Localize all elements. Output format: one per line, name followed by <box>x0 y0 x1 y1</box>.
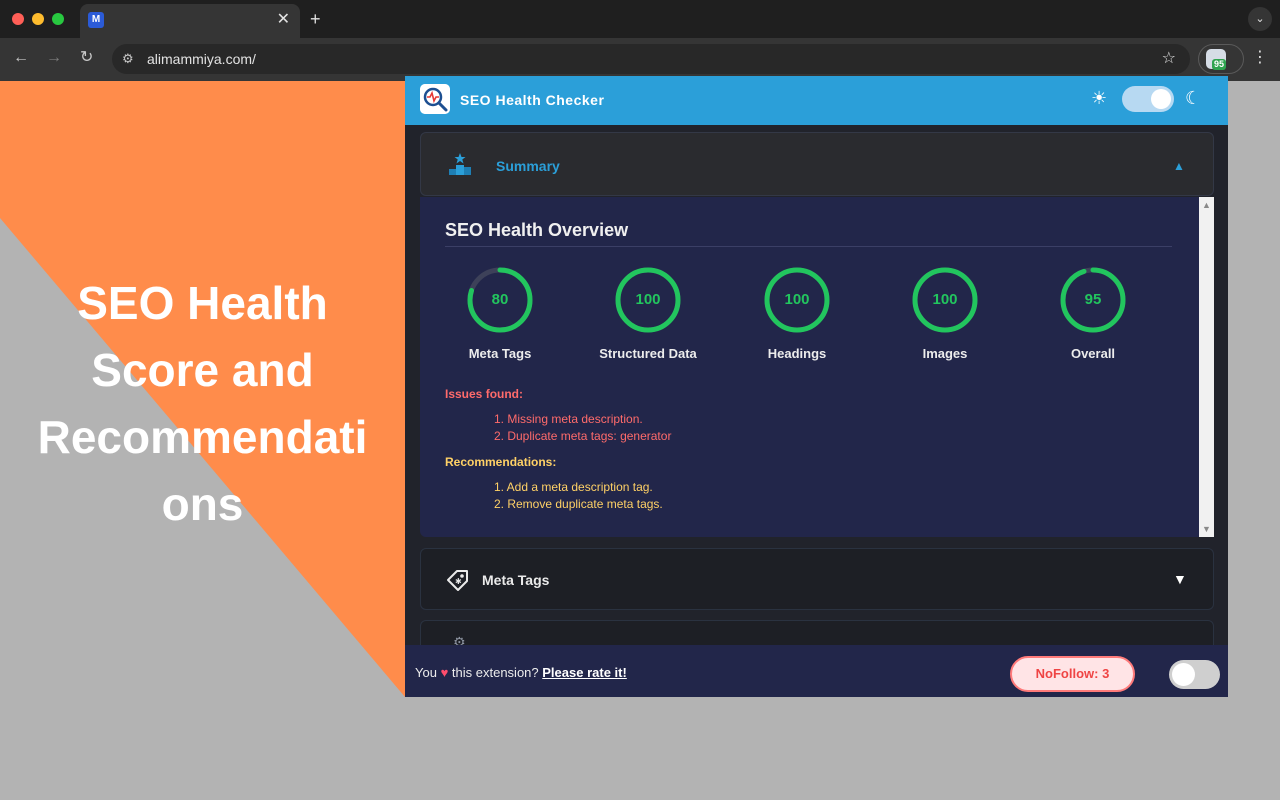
svg-text:✱: ✱ <box>455 577 462 586</box>
podium-icon <box>449 153 471 175</box>
meta-tags-label: Meta Tags <box>482 572 550 588</box>
issues-list: 1. Missing meta description. 2. Duplicat… <box>494 411 671 445</box>
recommendations-list: 1. Add a meta description tag. 2. Remove… <box>494 479 663 513</box>
nofollow-button[interactable]: NoFollow: 3 <box>1010 656 1135 692</box>
score-images: 100 Images <box>885 265 1005 365</box>
score-label: Meta Tags <box>468 346 532 361</box>
rate-prefix: You <box>415 665 437 680</box>
score-label: Structured Data <box>599 346 697 361</box>
reload-button[interactable]: ↻ <box>80 48 93 68</box>
popup-title: SEO Health Checker <box>460 92 605 108</box>
score-value: 100 <box>932 291 958 308</box>
meta-tags-accordion-header[interactable]: ✱ Meta Tags ▼ <box>420 548 1214 610</box>
summary-accordion-header[interactable]: Summary ▲ <box>420 132 1214 196</box>
popup-footer: You ♥ this extension? Please rate it! No… <box>405 645 1228 697</box>
promo-line: Recommendati <box>37 411 368 463</box>
address-bar[interactable]: ⚙ alimammiya.com/ ☆ <box>112 44 1190 74</box>
tab-search-button[interactable]: ⌄ <box>1248 7 1272 31</box>
nofollow-highlight-toggle[interactable] <box>1169 660 1220 689</box>
bookmark-star-icon[interactable]: ☆ <box>1162 49 1176 69</box>
tag-icon: ✱ <box>447 570 468 591</box>
url-text[interactable]: alimammiya.com/ <box>147 51 256 67</box>
window-close-button[interactable] <box>12 13 24 25</box>
score-value: 100 <box>784 291 810 308</box>
seo-health-logo-icon <box>420 84 450 114</box>
theme-toggle[interactable] <box>1122 86 1174 112</box>
score-value: 95 <box>1084 291 1102 308</box>
score-grid: 80 Meta Tags 100 Structured Data 100 Hea… <box>440 265 1180 365</box>
new-tab-button[interactable]: + <box>310 9 321 29</box>
browser-tab[interactable]: M ✕ <box>80 4 300 38</box>
recommendations-heading: Recommendations: <box>445 455 557 469</box>
window-zoom-button[interactable] <box>52 13 64 25</box>
recommendation-item: 2. Remove duplicate meta tags. <box>494 497 663 511</box>
promo-line: SEO Health <box>77 277 328 329</box>
extension-popup: SEO Health Checker ☀ ☾ Summary ▲ SEO Hea… <box>405 76 1228 697</box>
browser-tab-bar: M ✕ + ⌄ <box>0 0 1280 38</box>
score-value: 100 <box>635 291 661 308</box>
score-headings: 100 Headings <box>737 265 857 365</box>
score-label: Headings <box>767 346 827 361</box>
promo-heading: SEO Health Score and Recommendati ons <box>0 270 405 538</box>
site-info-icon[interactable]: ⚙ <box>122 51 134 67</box>
overview-divider <box>445 246 1172 247</box>
rate-prompt: You ♥ this extension? Please rate it! <box>415 665 627 681</box>
score-label: Overall <box>1070 346 1116 361</box>
rate-link[interactable]: Please rate it! <box>542 665 627 680</box>
recommendation-item: 1. Add a meta description tag. <box>494 480 653 494</box>
moon-icon: ☾ <box>1185 88 1202 108</box>
browser-toolbar: ← → ↻ ⚙ alimammiya.com/ ☆ 95 ⋮ <box>0 38 1280 81</box>
overview-title: SEO Health Overview <box>445 220 629 240</box>
score-value: 80 <box>491 291 509 308</box>
rate-middle: this extension? <box>451 665 539 680</box>
score-label: Images <box>922 346 968 361</box>
scroll-down-icon[interactable]: ▼ <box>1202 524 1211 534</box>
theme-toggle-knob <box>1151 89 1171 109</box>
window-minimize-button[interactable] <box>32 13 44 25</box>
forward-button[interactable]: → <box>46 48 62 68</box>
collapse-caret-icon[interactable]: ▲ <box>1173 159 1185 173</box>
scroll-up-icon[interactable]: ▲ <box>1202 200 1211 210</box>
score-overall: 95 Overall <box>1033 265 1153 365</box>
promo-line: Score and <box>91 344 314 396</box>
toggle-knob <box>1172 663 1195 686</box>
score-meta-tags: 80 Meta Tags <box>440 265 560 365</box>
tab-favicon-icon: M <box>88 12 104 28</box>
heart-icon: ♥ <box>440 665 449 680</box>
summary-label: Summary <box>496 158 560 174</box>
issue-item: 1. Missing meta description. <box>494 412 643 426</box>
extension-badge: 95 <box>1212 59 1227 70</box>
score-structured-data: 100 Structured Data <box>588 265 708 365</box>
back-button[interactable]: ← <box>13 48 29 68</box>
extension-button[interactable]: 95 <box>1198 44 1244 74</box>
sun-icon: ☀ <box>1091 88 1108 108</box>
panel-scrollbar[interactable]: ▲ ▼ <box>1199 197 1214 537</box>
promo-line: ons <box>161 478 244 530</box>
issues-heading: Issues found: <box>445 387 524 401</box>
summary-panel: SEO Health Overview 80 Meta Tags 100 Str… <box>420 197 1214 537</box>
popup-header: SEO Health Checker ☀ ☾ <box>405 76 1228 125</box>
expand-caret-icon[interactable]: ▼ <box>1173 572 1187 586</box>
browser-menu-icon[interactable]: ⋮ <box>1252 48 1268 68</box>
tab-close-icon[interactable]: ✕ <box>277 11 290 29</box>
issue-item: 2. Duplicate meta tags: generator <box>494 429 672 443</box>
